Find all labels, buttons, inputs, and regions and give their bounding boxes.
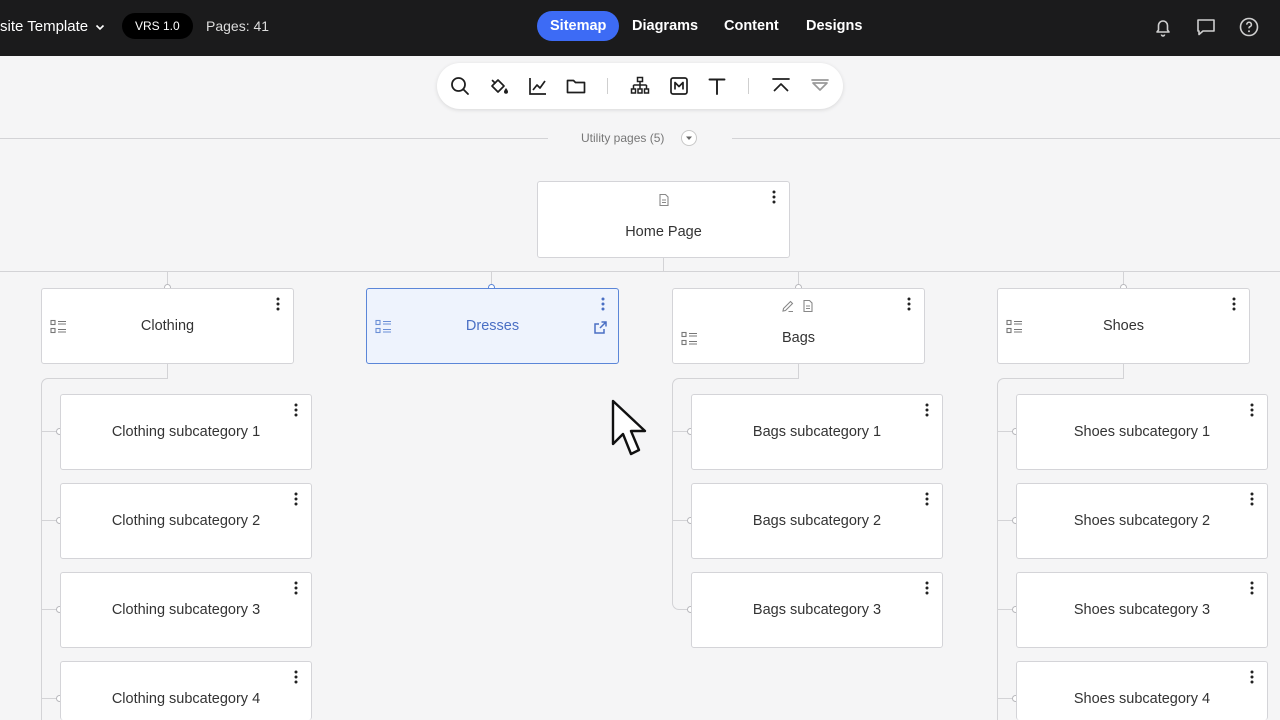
- kebab-menu-icon[interactable]: [291, 670, 301, 684]
- project-switcher[interactable]: site Template: [0, 18, 106, 35]
- kebab-menu-icon[interactable]: [1247, 670, 1257, 684]
- subcategory-card[interactable]: Bags subcategory 2: [691, 483, 943, 559]
- expand-down-icon[interactable]: [808, 74, 832, 98]
- connector: [1004, 378, 1124, 379]
- connector: [1123, 364, 1124, 378]
- utility-pages-label[interactable]: Utility pages (5): [581, 131, 664, 145]
- subcategory-card[interactable]: Shoes subcategory 1: [1016, 394, 1268, 470]
- mouse-cursor-icon: [611, 399, 647, 456]
- tab-designs[interactable]: Designs: [793, 11, 875, 41]
- page-count: Pages: 41: [206, 18, 270, 34]
- card-label: Clothing subcategory 4: [111, 691, 261, 707]
- project-name: site Template: [0, 18, 89, 35]
- connector: [0, 271, 1280, 272]
- edit-icon: [782, 300, 794, 312]
- card-label: Bags: [781, 330, 816, 346]
- tab-diagrams[interactable]: Diagrams: [619, 11, 711, 41]
- tab-content[interactable]: Content: [711, 11, 792, 41]
- subcategory-card[interactable]: Clothing subcategory 3: [60, 572, 312, 648]
- kebab-menu-icon[interactable]: [922, 403, 932, 417]
- connector: [997, 378, 1005, 386]
- tab-sitemap[interactable]: Sitemap: [537, 11, 620, 41]
- card-label: Clothing subcategory 3: [111, 602, 261, 618]
- card-label: Shoes: [1102, 318, 1145, 334]
- utility-divider-left: [0, 138, 548, 139]
- connector: [672, 385, 673, 602]
- category-card-dresses[interactable]: Dresses: [366, 288, 619, 364]
- sitemap-toolbar: [437, 63, 843, 109]
- utility-pages-toggle[interactable]: [681, 130, 697, 146]
- card-label: Home Page: [625, 224, 702, 240]
- connector: [41, 385, 42, 720]
- toolbar-divider: [607, 78, 608, 94]
- card-label: Bags subcategory 1: [752, 424, 882, 440]
- connector: [663, 258, 664, 272]
- connector: [997, 385, 998, 720]
- category-card-bags[interactable]: Bags: [672, 288, 925, 364]
- category-card-clothing[interactable]: Clothing: [41, 288, 294, 364]
- collapse-up-icon[interactable]: [769, 74, 793, 98]
- kebab-menu-icon[interactable]: [598, 297, 608, 311]
- text-icon[interactable]: [705, 74, 729, 98]
- subcategory-card[interactable]: Clothing subcategory 1: [60, 394, 312, 470]
- card-label: Clothing: [140, 318, 195, 334]
- subcategory-card[interactable]: Clothing subcategory 4: [60, 661, 312, 720]
- kebab-menu-icon[interactable]: [291, 403, 301, 417]
- chevron-down-icon: [96, 24, 105, 30]
- card-label: Shoes subcategory 4: [1073, 691, 1211, 707]
- toolbar-divider: [748, 78, 749, 94]
- paint-bucket-icon[interactable]: [487, 74, 511, 98]
- category-card-shoes[interactable]: Shoes: [997, 288, 1250, 364]
- kebab-menu-icon[interactable]: [291, 581, 301, 595]
- kebab-menu-icon[interactable]: [1247, 581, 1257, 595]
- home-page-card[interactable]: Home Page: [537, 181, 790, 258]
- kebab-menu-icon[interactable]: [1247, 492, 1257, 506]
- folder-icon[interactable]: [564, 74, 588, 98]
- connector: [41, 378, 49, 386]
- kebab-menu-icon[interactable]: [273, 297, 283, 311]
- connector: [798, 364, 799, 378]
- kebab-menu-icon[interactable]: [291, 492, 301, 506]
- connector: [167, 364, 168, 378]
- subcategory-card[interactable]: Clothing subcategory 2: [60, 483, 312, 559]
- card-label: Clothing subcategory 1: [111, 424, 261, 440]
- caret-down-icon: [686, 136, 692, 140]
- kebab-menu-icon[interactable]: [1229, 297, 1239, 311]
- sitemap-icon[interactable]: [628, 74, 652, 98]
- kebab-menu-icon[interactable]: [922, 581, 932, 595]
- card-label: Clothing subcategory 2: [111, 513, 261, 529]
- version-badge[interactable]: VRS 1.0: [122, 13, 193, 39]
- card-label: Bags subcategory 3: [752, 602, 882, 618]
- subcategory-card[interactable]: Bags subcategory 1: [691, 394, 943, 470]
- subcategory-card[interactable]: Shoes subcategory 4: [1016, 661, 1268, 720]
- page-icon: [659, 193, 669, 207]
- kebab-menu-icon[interactable]: [904, 297, 914, 311]
- bell-icon[interactable]: [1151, 15, 1175, 39]
- connector: [48, 378, 168, 379]
- page-icon: [803, 299, 813, 313]
- card-label: Dresses: [465, 318, 520, 334]
- connector: [672, 378, 680, 386]
- connector: [679, 378, 799, 379]
- card-label: Bags subcategory 2: [752, 513, 882, 529]
- kebab-menu-icon[interactable]: [922, 492, 932, 506]
- chart-icon[interactable]: [526, 74, 550, 98]
- chat-icon[interactable]: [1194, 15, 1218, 39]
- card-label: Shoes subcategory 3: [1073, 602, 1211, 618]
- subcategory-card[interactable]: Bags subcategory 3: [691, 572, 943, 648]
- kebab-menu-icon[interactable]: [1247, 403, 1257, 417]
- search-icon[interactable]: [448, 74, 472, 98]
- subcategory-card[interactable]: Shoes subcategory 3: [1016, 572, 1268, 648]
- top-bar: site Template VRS 1.0 Pages: 41 Sitemap …: [0, 0, 1280, 56]
- help-icon[interactable]: [1237, 15, 1261, 39]
- utility-divider-right: [732, 138, 1280, 139]
- card-label: Shoes subcategory 2: [1073, 513, 1211, 529]
- kebab-menu-icon[interactable]: [769, 190, 779, 204]
- subcategory-card[interactable]: Shoes subcategory 2: [1016, 483, 1268, 559]
- card-label: Shoes subcategory 1: [1073, 424, 1211, 440]
- markdown-icon[interactable]: [667, 74, 691, 98]
